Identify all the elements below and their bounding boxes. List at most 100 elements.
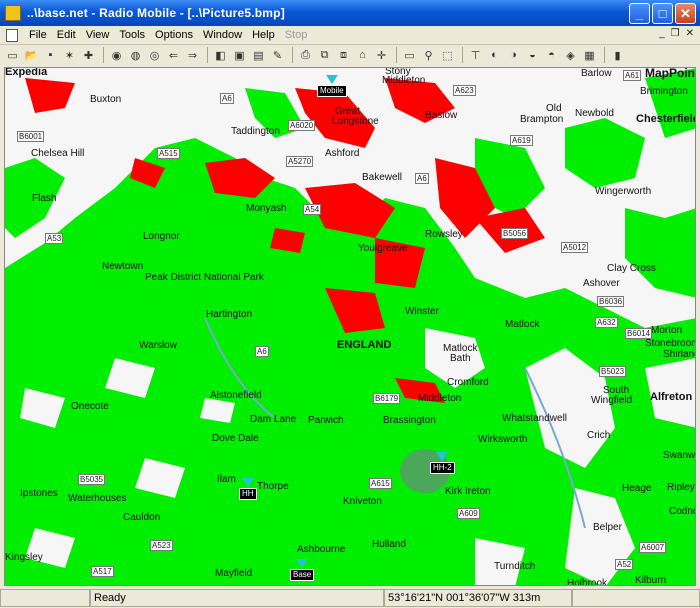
unit-label: Base bbox=[290, 569, 315, 581]
place-label: Stonebroom bbox=[645, 338, 696, 349]
crosshair-icon[interactable]: ✛ bbox=[373, 47, 390, 63]
unit-hh-2[interactable]: HH-2 bbox=[430, 452, 455, 474]
unit-base[interactable]: Base bbox=[290, 559, 315, 581]
place-label: Kniveton bbox=[343, 496, 382, 507]
road-shield: A53 bbox=[45, 233, 64, 244]
menu-options[interactable]: Options bbox=[150, 29, 198, 41]
forward-arrow-icon[interactable]: ⇒ bbox=[184, 47, 201, 63]
place-label: Kingsley bbox=[5, 552, 43, 563]
place-label: Alstonefield bbox=[210, 390, 262, 401]
open-folder-icon[interactable]: 📂 bbox=[23, 47, 40, 63]
road-shield: B6036 bbox=[597, 296, 625, 307]
place-label: Waterhouses bbox=[68, 493, 127, 504]
menu-edit[interactable]: Edit bbox=[52, 29, 81, 41]
place-label: Expedia bbox=[5, 67, 48, 78]
merge-pictures-icon[interactable]: ◍ bbox=[127, 47, 144, 63]
internet-icon[interactable]: ◎ bbox=[146, 47, 163, 63]
place-label: Ashford bbox=[325, 148, 360, 159]
screen-icon[interactable]: ▭ bbox=[401, 47, 418, 63]
unit-properties-icon[interactable]: ✚ bbox=[80, 47, 97, 63]
place-label: Newtown bbox=[102, 261, 144, 272]
place-label: Brassington bbox=[383, 415, 436, 426]
paste-icon[interactable]: ▤ bbox=[250, 47, 267, 63]
draw-icon[interactable]: ✎ bbox=[269, 47, 286, 63]
visual-coverage-icon[interactable]: ◈ bbox=[562, 47, 579, 63]
place-label: Swanwick bbox=[663, 450, 696, 461]
unit-mobile[interactable]: Mobile bbox=[317, 75, 347, 97]
elevation-grid-icon[interactable]: ▦ bbox=[581, 47, 598, 63]
place-label: Middleton bbox=[418, 393, 462, 404]
network-icon[interactable]: ✶ bbox=[61, 47, 78, 63]
place-label: ENGLAND bbox=[337, 339, 392, 351]
menu-window[interactable]: Window bbox=[198, 29, 247, 41]
place-label: Barlow bbox=[581, 68, 612, 79]
menu-tools[interactable]: Tools bbox=[114, 29, 150, 41]
mdi-restore-icon[interactable]: ❐ bbox=[671, 28, 680, 39]
copy-icon[interactable]: ⧉ bbox=[316, 47, 333, 63]
menu-file[interactable]: File bbox=[24, 29, 52, 41]
fit-icon[interactable]: ⌂ bbox=[354, 47, 371, 63]
document-icon[interactable] bbox=[6, 28, 18, 42]
find-icon[interactable]: ⚲ bbox=[420, 47, 437, 63]
place-label: Ilam bbox=[217, 474, 236, 485]
app-icon bbox=[5, 5, 21, 21]
maximize-button[interactable]: □ bbox=[652, 3, 673, 24]
place-label: Peak District National Park bbox=[145, 272, 264, 283]
save-icon[interactable]: ▪ bbox=[42, 47, 59, 63]
place-label: Whatstandwell bbox=[502, 413, 568, 424]
place-label: Bakewell bbox=[362, 172, 403, 183]
place-label: Matlock bbox=[505, 319, 540, 330]
road-shield: B6179 bbox=[373, 393, 401, 404]
place-label: Ashover bbox=[583, 278, 620, 289]
place-label: Onecote bbox=[71, 401, 109, 412]
place-label: Buxton bbox=[90, 94, 122, 105]
place-label: Hartington bbox=[206, 309, 253, 320]
paste-special-icon[interactable]: ⧈ bbox=[335, 47, 352, 63]
road-shield: B5035 bbox=[78, 474, 106, 485]
road-shield: A619 bbox=[510, 135, 533, 146]
close-button[interactable]: ✕ bbox=[675, 3, 696, 24]
road-shield: B5056 bbox=[501, 228, 529, 239]
road-shield: A6 bbox=[220, 93, 234, 104]
mdi-close-icon[interactable]: ✕ bbox=[686, 28, 694, 39]
copy-picture-icon[interactable]: ▣ bbox=[231, 47, 248, 63]
cartesian-coverage-icon[interactable]: ◑ bbox=[505, 47, 522, 63]
place-label: Cromford bbox=[447, 377, 489, 388]
road-shield: A6007 bbox=[639, 542, 667, 553]
place-label: Ripley bbox=[667, 482, 695, 493]
menu-help[interactable]: Help bbox=[247, 29, 280, 41]
coverage-map[interactable]: Barlow Brimington Chesterfield Old Bramp… bbox=[4, 67, 696, 586]
road-shield: A61 bbox=[623, 70, 642, 81]
unit-label: Mobile bbox=[317, 85, 347, 97]
minimize-button[interactable]: _ bbox=[629, 3, 650, 24]
new-file-icon[interactable]: ▭ bbox=[4, 47, 21, 63]
place-label: Wirksworth bbox=[478, 434, 528, 445]
road-shield: A5270 bbox=[286, 156, 314, 167]
road-shield: A615 bbox=[369, 478, 392, 489]
place-label: Morton bbox=[651, 325, 683, 336]
place-label: Dam Lane bbox=[250, 414, 297, 425]
mdi-minimize-icon[interactable]: _ bbox=[659, 28, 665, 39]
picture-window-icon[interactable]: ◧ bbox=[212, 47, 229, 63]
status-pane-empty bbox=[0, 589, 90, 607]
unit-hh[interactable]: HH bbox=[239, 478, 257, 500]
polar-coverage-icon[interactable]: ◐ bbox=[486, 47, 503, 63]
menu-view[interactable]: View bbox=[81, 29, 115, 41]
zoom-frame-icon[interactable]: ⬚ bbox=[439, 47, 456, 63]
place-label: Clay Cross bbox=[607, 263, 656, 274]
radio-link-icon[interactable]: ⊤ bbox=[467, 47, 484, 63]
toolbar: ▭ 📂 ▪ ✶ ✚ ◉ ◍ ◎ ⇐ ⇒ ◧ ▣ ▤ ✎ ⎙ ⧉ ⧈ ⌂ ✛ ▭ … bbox=[0, 45, 700, 65]
place-label: Flash bbox=[32, 193, 57, 204]
road-shield: A54 bbox=[303, 204, 322, 215]
map-properties-icon[interactable]: ◉ bbox=[108, 47, 125, 63]
back-arrow-icon[interactable]: ⇐ bbox=[165, 47, 182, 63]
exit-icon[interactable]: ▮ bbox=[609, 47, 626, 63]
place-label: Chesterfield bbox=[636, 113, 696, 125]
print-icon[interactable]: ⎙ bbox=[297, 47, 314, 63]
interference-icon[interactable]: ◒ bbox=[524, 47, 541, 63]
route-coverage-icon[interactable]: ◓ bbox=[543, 47, 560, 63]
antenna-icon bbox=[296, 559, 309, 568]
place-label: Baslow bbox=[425, 110, 458, 121]
menu-stop[interactable]: Stop bbox=[280, 29, 313, 41]
place-label: Cauldon bbox=[123, 512, 161, 523]
